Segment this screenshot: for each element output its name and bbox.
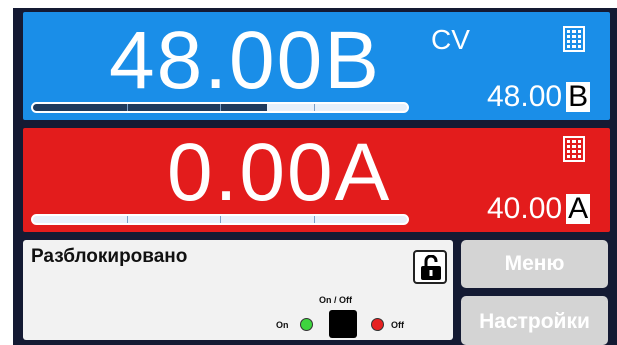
keypad-grid-icon[interactable] — [563, 136, 585, 162]
bar-tick — [126, 104, 128, 111]
current-set-value[interactable]: 40.00 А — [487, 192, 591, 226]
onoff-title: On / Off — [319, 295, 352, 305]
voltage-set-unit: В — [566, 80, 591, 113]
lock-button[interactable] — [413, 250, 447, 284]
menu-button[interactable]: Меню — [461, 240, 608, 288]
unlocked-padlock-icon — [421, 255, 441, 280]
current-set-number: 40.00 — [487, 192, 563, 225]
bar-tick — [220, 216, 221, 223]
bar-tick — [220, 104, 221, 111]
on-label: On — [276, 320, 289, 330]
off-indicator-led — [371, 318, 384, 331]
voltage-bar-fill — [33, 104, 267, 111]
regulation-mode-label: CV — [431, 24, 470, 55]
settings-button[interactable]: Настройки — [461, 296, 608, 345]
current-set-unit: А — [566, 192, 591, 225]
current-bar — [31, 214, 409, 225]
top-strip — [0, 0, 617, 8]
voltage-actual-value: 48.00В — [109, 15, 381, 106]
current-actual-value: 0.00А — [167, 127, 392, 218]
voltage-set-number: 48.00 — [487, 80, 563, 113]
current-panel[interactable]: 0.00А 40.00 А — [23, 128, 610, 232]
voltage-set-value[interactable]: 48.00 В — [487, 80, 591, 114]
voltage-bar — [31, 102, 409, 113]
bar-tick — [126, 216, 128, 223]
voltage-panel[interactable]: 48.00В CV 48.00 В — [23, 12, 610, 120]
keypad-grid-icon[interactable] — [563, 26, 585, 52]
bar-tick — [313, 104, 315, 111]
on-indicator-led — [300, 318, 313, 331]
status-area: Разблокировано On / Off On Off — [23, 240, 453, 340]
status-text: Разблокировано — [31, 246, 188, 267]
off-label: Off — [391, 320, 404, 330]
output-onoff-button[interactable] — [329, 310, 357, 338]
bar-tick — [313, 216, 315, 223]
